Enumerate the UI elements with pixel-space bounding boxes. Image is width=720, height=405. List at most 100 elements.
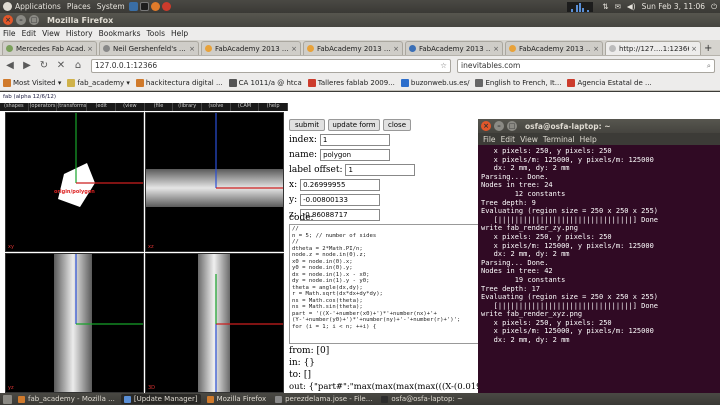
view-xy[interactable]: origin/polygon xy — [5, 112, 144, 252]
close-tab-icon[interactable]: × — [593, 45, 599, 53]
maximize-window-icon[interactable]: □ — [507, 121, 517, 131]
menu-help[interactable]: Help — [171, 29, 188, 38]
menu-file[interactable]: File — [3, 29, 16, 38]
fab-menu-help[interactable]: (help — [259, 103, 288, 111]
system-menu[interactable]: System — [97, 2, 125, 11]
terminal-menu-edit[interactable]: Edit — [501, 135, 516, 144]
fab-menu-transforms[interactable]: (transforms — [57, 103, 88, 111]
taskbar-item[interactable]: Mozilla Firefox — [204, 394, 270, 404]
fab-menu-view[interactable]: (view — [116, 103, 145, 111]
favicon-icon — [509, 45, 516, 52]
places-menu[interactable]: Places — [67, 2, 91, 11]
bookmark-item[interactable]: Most Visited ▾ — [3, 78, 61, 87]
search-icon[interactable]: ⌕ — [707, 61, 711, 71]
firefox-launcher-icon[interactable] — [150, 2, 160, 11]
fab-menu-solve[interactable]: (solve — [202, 103, 231, 111]
taskbar-item[interactable]: osfa@osfa-laptop: ~ — [378, 394, 466, 404]
terminal-line: dx: 2 mm, dy: 2 mm — [481, 336, 570, 345]
node-label[interactable]: origin/polygon — [54, 189, 95, 195]
clock[interactable]: Sun Feb 3, 11:06 — [642, 2, 705, 11]
close-tab-icon[interactable]: × — [189, 45, 195, 53]
browser-tab[interactable]: FabAcademy 2013 ... × — [303, 41, 403, 55]
browser-tab[interactable]: Neil Gershenfeld's ... × — [99, 41, 199, 55]
menu-edit[interactable]: Edit — [22, 29, 37, 38]
window-icon — [206, 395, 214, 403]
media-launcher-icon[interactable] — [161, 2, 171, 11]
view-yz[interactable]: yz — [5, 253, 144, 393]
taskbar-item[interactable]: [Update Manager] — [120, 394, 201, 404]
terminal-menu-file[interactable]: File — [483, 135, 496, 144]
close-tab-icon[interactable]: × — [691, 45, 697, 53]
home-icon[interactable]: ⌂ — [71, 59, 85, 73]
browser-tab[interactable]: Mercedes Fab Acad... × — [2, 41, 97, 55]
close-window-icon[interactable]: × — [481, 121, 491, 131]
minimize-window-icon[interactable]: – — [494, 121, 504, 131]
close-tab-icon[interactable]: × — [493, 45, 499, 53]
browser-tab[interactable]: FabAcademy 2013 ... × — [201, 41, 301, 55]
close-window-icon[interactable]: × — [3, 15, 13, 25]
reload-icon[interactable]: ↻ — [37, 59, 51, 73]
bookmark-item[interactable]: CA 1011/a @ htca — [228, 78, 302, 87]
browser-tab-active[interactable]: http://127....1:12366/ × — [605, 41, 701, 55]
browser-tab[interactable]: FabAcademy 2013 ... × — [405, 41, 503, 55]
code-textarea[interactable]: //n = 5; // number of sides//dtheta = 2*… — [289, 224, 489, 344]
close-tab-icon[interactable]: × — [87, 45, 93, 53]
network-icon[interactable]: ⇅ — [602, 2, 608, 11]
terminal-menu-view[interactable]: View — [520, 135, 538, 144]
fab-menu-shapes[interactable]: (shapes — [0, 103, 29, 111]
y-field[interactable]: -0.00800133 — [300, 193, 381, 206]
url-bar[interactable]: 127.0.0.1:12366 ☆ — [91, 58, 451, 73]
fab-menu-cam[interactable]: (CAM — [231, 103, 260, 111]
label-offset-row: label offset: 1 — [289, 163, 416, 176]
applications-menu[interactable]: Applications — [15, 2, 61, 11]
close-tab-icon[interactable]: × — [291, 45, 297, 53]
help-launcher-icon[interactable] — [128, 2, 138, 11]
forward-icon[interactable]: ▶ — [20, 59, 34, 73]
close-tab-icon[interactable]: × — [393, 45, 399, 53]
bookmark-item[interactable]: buzonweb.us.es/ — [400, 78, 469, 87]
bookmark-item[interactable]: fab_academy ▾ — [67, 78, 130, 87]
menu-bookmarks[interactable]: Bookmarks — [99, 29, 141, 38]
volume-icon[interactable]: ◀) — [627, 2, 636, 11]
taskbar-item[interactable]: fab_academy - Mozilla ... — [15, 394, 118, 404]
stop-icon[interactable]: ✕ — [54, 59, 68, 73]
index-field[interactable]: 1 — [319, 133, 390, 146]
fab-menu-file[interactable]: (file — [145, 103, 174, 111]
terminal-launcher-icon[interactable] — [139, 2, 149, 11]
terminal-menu-help[interactable]: Help — [580, 135, 597, 144]
close-button[interactable]: close — [383, 119, 411, 131]
new-tab-icon[interactable]: + — [704, 43, 716, 55]
ubuntu-logo-icon — [3, 2, 12, 11]
mail-icon[interactable]: ✉ — [615, 2, 621, 11]
bookmark-item[interactable]: English to French, It... — [475, 78, 561, 87]
terminal-line: Tree depth: 9 — [481, 198, 536, 207]
power-icon[interactable]: ⏻ — [711, 2, 717, 12]
bookmark-item[interactable]: Talleres fablab 2009... — [307, 78, 395, 87]
terminal-output[interactable]: x pixels: 250, y pixels: 250 x pixels/m:… — [478, 145, 720, 393]
menu-history[interactable]: History — [66, 29, 93, 38]
view-3d[interactable]: 3D — [145, 253, 284, 393]
maximize-window-icon[interactable]: □ — [29, 15, 39, 25]
back-icon[interactable]: ◀ — [3, 59, 17, 73]
x-field[interactable]: 0.26999955 — [300, 178, 381, 191]
taskbar-item[interactable]: perezdelama.jose - File... — [272, 394, 375, 404]
bookmark-star-icon[interactable]: ☆ — [440, 61, 447, 70]
view-xz[interactable]: xz — [145, 112, 284, 252]
submit-button[interactable]: submit — [289, 119, 325, 131]
system-monitor-graph[interactable] — [567, 1, 594, 12]
name-field[interactable]: polygon — [320, 148, 391, 161]
show-desktop-icon[interactable] — [3, 394, 12, 404]
label-offset-field[interactable]: 1 — [345, 163, 416, 176]
browser-tab[interactable]: FabAcademy 2013 ... × — [505, 41, 603, 55]
update-form-button[interactable]: update form — [328, 119, 380, 131]
fab-menu-operators[interactable]: (operators — [29, 103, 58, 111]
menu-tools[interactable]: Tools — [147, 29, 165, 38]
menu-view[interactable]: View — [42, 29, 60, 38]
terminal-menu-terminal[interactable]: Terminal — [543, 135, 575, 144]
search-field[interactable]: inevitables.com ⌕ — [457, 58, 715, 73]
bookmark-item[interactable]: Agencia Estatal de ... — [567, 78, 652, 87]
fab-menu-edit[interactable]: (edit — [87, 103, 117, 111]
minimize-window-icon[interactable]: – — [16, 15, 26, 25]
bookmark-item[interactable]: hackitectura digital ... — [135, 78, 223, 87]
fab-menu-library[interactable]: (library — [173, 103, 203, 111]
